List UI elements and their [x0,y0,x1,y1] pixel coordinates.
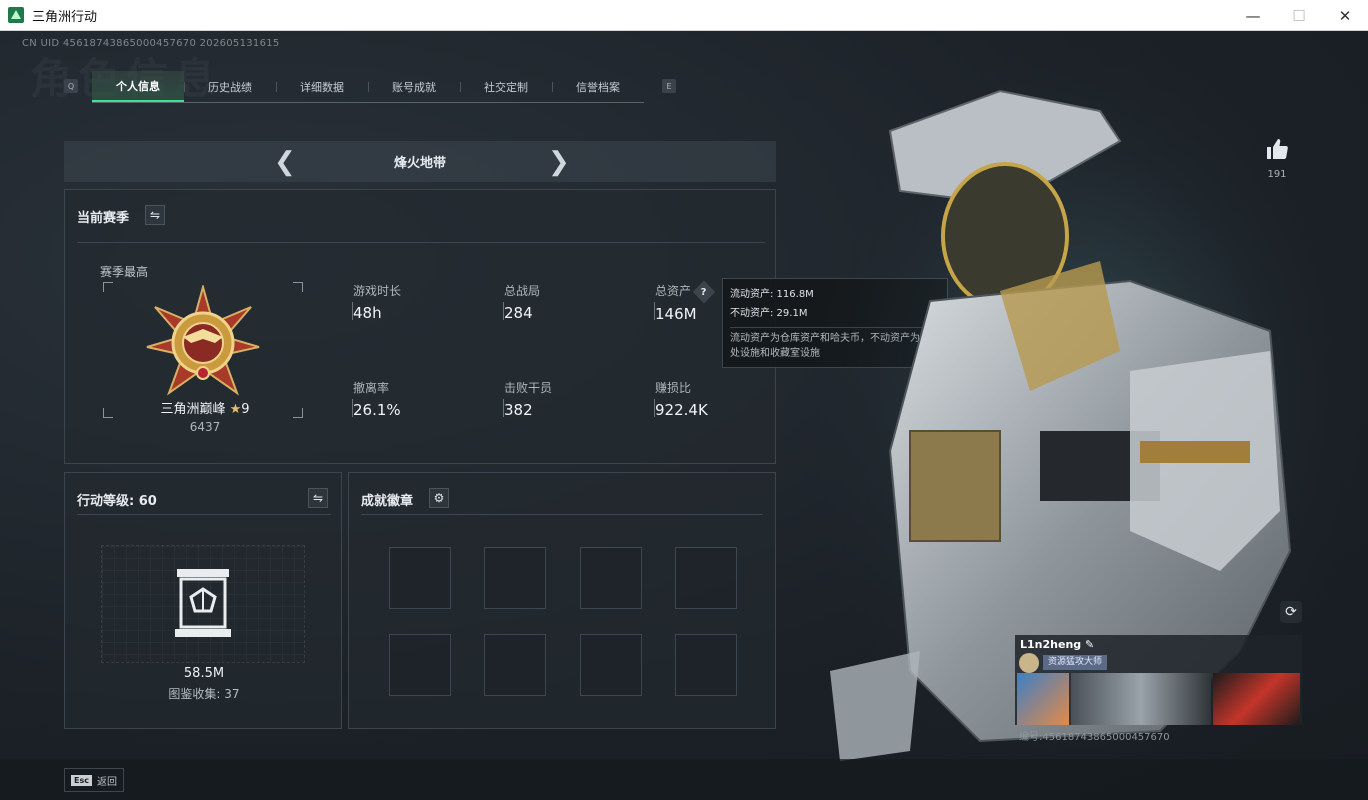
badge-slot[interactable] [389,547,451,609]
frame-corner [103,408,113,418]
bottom-bar [0,759,1368,800]
window-title: 三角洲行动 [32,9,98,25]
stat-extract-rate: 撤离率 26.1% [352,381,401,419]
avatar [1019,653,1039,673]
tab-detailed-data[interactable]: 详细数据 [276,71,368,102]
rank-score: 6437 [189,420,221,434]
back-button[interactable]: Esc 返回 [64,768,124,792]
season-title: 当前赛季 [77,211,130,226]
stat-profit-loss-ratio: 赚损比 922.4K [654,381,708,419]
tab-credit-record[interactable]: 信誉档案 [552,71,644,102]
uid-label: CN UID 4561874386500045767​0 20260513161… [22,38,280,49]
frame-corner [103,282,113,292]
season-panel: 当前赛季 ⇋ 赛季最高 三角洲巅峰 ★9 6437 游戏时长 48h 总战局 2 [64,189,776,464]
level-panel: 行动等级: 60 ⇋ 58.5M 图鉴收集: 37 [64,472,342,729]
tab-bar: Q 个人信息 历史战绩 详细数据 账号成就 社交定制 信誉档案 E [60,71,680,103]
edit-icon[interactable]: ✎ [1085,638,1094,651]
player-title-badge: 资源猛攻大师 [1043,655,1108,670]
badge-slot[interactable] [484,547,546,609]
level-title: 行动等级: 60 [77,494,157,509]
level-value: 58.5M [183,666,225,681]
tab-row: 个人信息 历史战绩 详细数据 账号成就 社交定制 信誉档案 [92,71,644,103]
esc-key: Esc [71,774,92,786]
badge-slot[interactable] [580,547,642,609]
swap-icon[interactable]: ⇋ [308,488,328,508]
close-button[interactable]: ✕ [1322,0,1368,31]
badge-slot[interactable] [484,634,546,696]
window-titlebar: 三角洲行动 — ☐ ✕ [0,0,1368,31]
star-icon: ★ [229,402,242,417]
username: L1n2heng ✎ [1020,638,1095,651]
achievement-title: 成就徽章 [361,494,414,509]
rank-stars: 9 [241,402,250,417]
tab-history[interactable]: 历史战绩 [184,71,276,102]
help-icon[interactable]: ? [692,280,716,303]
like-count: 191 [1267,169,1287,180]
badge-slot[interactable] [675,547,737,609]
back-label: 返回 [96,776,117,788]
uid-bottom: 编号:4561874386500045767​0 [1019,732,1170,743]
chevron-left-icon[interactable]: ❮ [274,147,296,177]
refresh-icon[interactable]: ⟳ [1280,601,1302,623]
gear-icon[interactable]: ⚙ [429,488,449,508]
badge-slot[interactable] [580,634,642,696]
card-image [1017,673,1069,725]
divider [77,242,765,243]
game-main-area: 角色信息 CN UID 4561874386500045767​0 202605… [0,31,1368,800]
card-image [1071,673,1211,725]
rank-name: 三角洲巅峰 ★9 [115,398,295,417]
achievement-panel: 成就徽章 ⚙ [348,472,776,729]
profile-card: L1n2heng ✎ 资源猛攻大师 [1015,635,1302,725]
divider [77,514,331,515]
thumbs-up-icon[interactable] [1265,137,1289,161]
stat-play-time: 游戏时长 48h [352,284,402,322]
collection-count: 图鉴收集: 37 [168,687,240,701]
stat-kills: 击败干员 382 [503,381,553,419]
collection-cabinet-icon [175,569,231,637]
maximize-button[interactable]: ☐ [1276,0,1322,31]
card-image [1213,673,1300,725]
rank-name-text: 三角洲巅峰 [160,402,226,417]
map-switcher: ❮ 烽火地带 ❯ [64,141,776,182]
tab-personal-info[interactable]: 个人信息 [92,71,184,102]
rank-medal-icon [146,285,260,396]
key-hint-e: E [662,79,676,93]
badge-slot[interactable] [389,634,451,696]
map-name: 烽火地带 [393,156,446,171]
minimize-button[interactable]: — [1230,0,1276,31]
divider [361,514,763,515]
swap-icon[interactable]: ⇋ [145,205,165,225]
frame-corner [293,282,303,292]
chevron-right-icon[interactable]: ❯ [548,147,570,177]
badge-slot[interactable] [675,634,737,696]
season-best-label: 赛季最高 [100,265,149,279]
key-hint-q: Q [64,79,78,93]
tab-achievements[interactable]: 账号成就 [368,71,460,102]
app-logo-icon [8,7,24,23]
stat-total-matches: 总战局 284 [503,284,541,322]
tab-social-custom[interactable]: 社交定制 [460,71,552,102]
